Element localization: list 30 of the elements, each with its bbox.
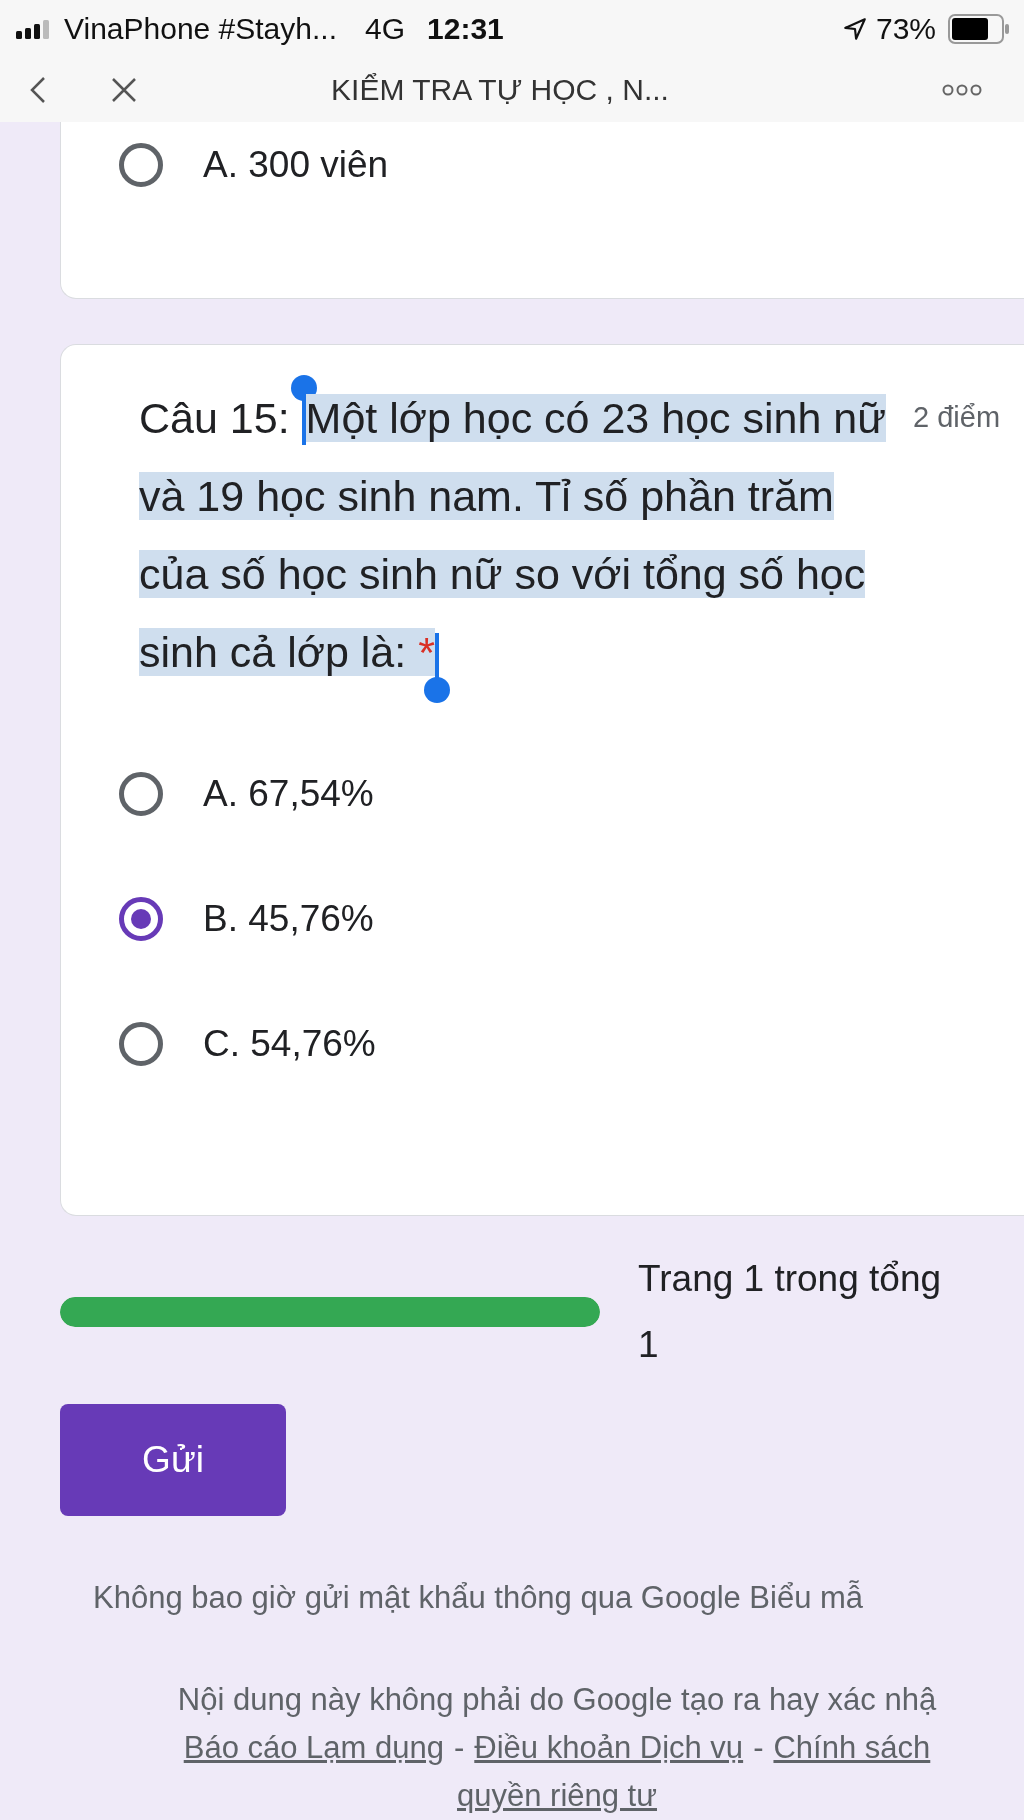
- radio-button[interactable]: [119, 771, 163, 816]
- separator: -: [453, 1729, 465, 1767]
- option-label: C. 54,76%: [203, 1022, 376, 1065]
- battery-icon: [948, 13, 1010, 44]
- footer-link[interactable]: quyền riêng tư: [457, 1772, 657, 1820]
- back-icon[interactable]: [28, 74, 48, 105]
- submit-button[interactable]: Gửi: [60, 1404, 286, 1516]
- footer-link[interactable]: Chính sách: [773, 1724, 931, 1772]
- separator: -: [753, 1729, 764, 1767]
- option-label: B. 45,76%: [203, 897, 374, 940]
- page-indicator: Trang 1 trong tổng: [638, 1257, 942, 1302]
- radio-button[interactable]: [119, 142, 163, 187]
- password-notice: Không bao giờ gửi mật khẩu thông qua Google Biểu mẫ: [93, 1580, 865, 1616]
- points-label: 2 điểm: [913, 401, 1001, 435]
- footer-link[interactable]: Báo cáo Lạm dụng: [183, 1724, 444, 1772]
- radio-button[interactable]: [119, 896, 163, 941]
- network-type: 4G: [365, 11, 406, 46]
- radio-button[interactable]: [119, 1021, 163, 1066]
- clock: 12:31: [427, 11, 504, 46]
- more-icon[interactable]: [942, 82, 982, 97]
- page-title: KIỂM TRA TỰ HỌC , N...: [330, 72, 670, 107]
- option-label: A. 300 viên: [203, 143, 389, 186]
- location-arrow-icon: [841, 15, 868, 42]
- page-indicator: 1: [638, 1323, 660, 1368]
- battery-percentage: 73%: [875, 11, 936, 46]
- footer-link[interactable]: Điều khoản Dịch vụ: [474, 1724, 744, 1772]
- close-icon[interactable]: [110, 75, 138, 104]
- disclaimer-text: Nội dung này không phải do Google tạo ra hay xác nhậ: [177, 1681, 937, 1719]
- option-label: A. 67,54%: [203, 772, 374, 815]
- carrier-name: VinaPhone #Stayh...: [64, 11, 337, 46]
